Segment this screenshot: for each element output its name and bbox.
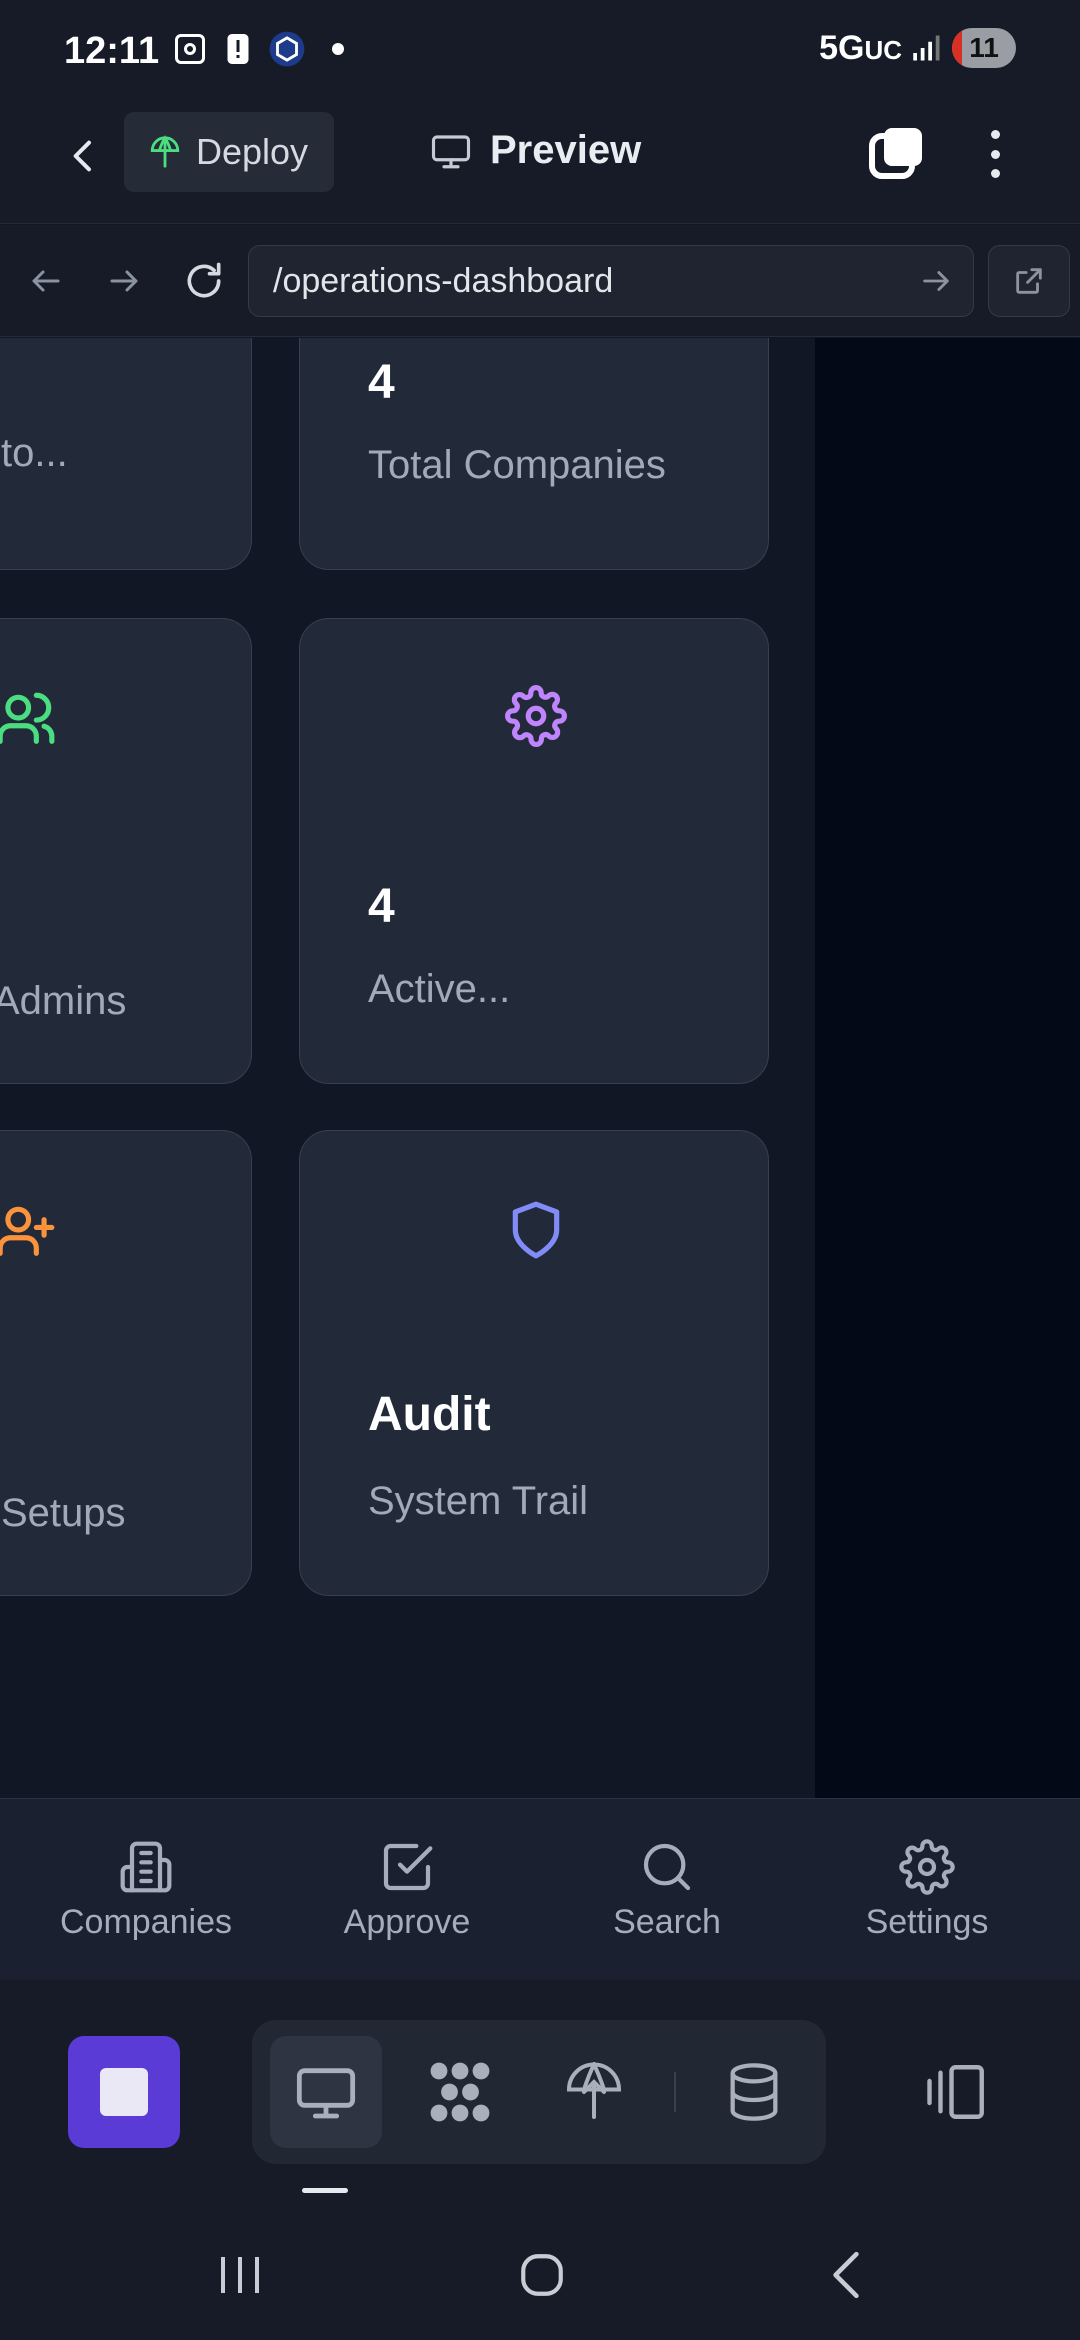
more-options-button[interactable] xyxy=(980,124,1010,184)
screenshot-icon xyxy=(175,34,205,64)
open-external-button[interactable] xyxy=(988,245,1070,317)
network-label: 5GUC xyxy=(819,28,902,67)
system-navigation xyxy=(0,2210,1080,2340)
status-right: 5GUC 11 xyxy=(819,28,1016,68)
card-value: 4 xyxy=(368,356,395,409)
stat-card-setups[interactable]: Setups xyxy=(0,1130,252,1596)
notification-dot xyxy=(332,43,344,55)
dot xyxy=(990,130,1000,139)
recents-icon xyxy=(221,2257,259,2293)
stat-card-0[interactable]: to... xyxy=(0,338,252,570)
crypto-app-icon xyxy=(269,31,305,67)
stat-card-admins[interactable]: Admins xyxy=(0,618,252,1084)
url-text: /operations-dashboard xyxy=(273,261,614,300)
desktop-icon xyxy=(296,2068,356,2119)
deploy-label: Deploy xyxy=(196,131,309,172)
card-label: System Trail xyxy=(368,1479,589,1523)
shield-icon xyxy=(512,1201,560,1259)
split-view-button[interactable] xyxy=(912,2036,1002,2148)
nav-label: Settings xyxy=(865,1903,989,1941)
nav-label: Approve xyxy=(343,1903,471,1941)
preview-label: Preview xyxy=(490,128,642,172)
card-label: to... xyxy=(1,431,68,475)
search-icon xyxy=(643,1843,691,1891)
deploy-button[interactable]: Deploy xyxy=(124,112,334,192)
browser-toolbar: /operations-dashboard xyxy=(0,225,1080,337)
nav-search[interactable]: Search xyxy=(567,1839,767,1942)
stat-card-audit[interactable]: Audit System Trail xyxy=(299,1130,769,1596)
user-plus-icon xyxy=(0,1206,55,1256)
status-notification-icons xyxy=(172,30,344,68)
stat-card-active[interactable]: 4 Active... xyxy=(299,618,769,1084)
external-link-icon xyxy=(1016,268,1042,294)
desktop-tool-button[interactable] xyxy=(270,2036,382,2148)
home-button[interactable] xyxy=(502,2240,582,2310)
go-arrow-icon[interactable] xyxy=(919,264,953,298)
deploy-tool-button[interactable] xyxy=(538,2036,650,2148)
card-label: Active... xyxy=(368,967,511,1011)
reload-icon xyxy=(187,262,221,298)
nav-label: Search xyxy=(613,1903,721,1941)
reload-button[interactable] xyxy=(176,253,232,309)
status-bar: 12:11 5GUC 11 xyxy=(0,0,1080,104)
app-bar: Deploy Preview xyxy=(0,104,1080,224)
bottom-navigation: Companies Approve Search Settings xyxy=(0,1798,1080,1980)
nav-settings[interactable]: Settings xyxy=(827,1839,1027,1942)
back-icon xyxy=(833,2251,859,2299)
gear-icon xyxy=(899,1839,955,1895)
stop-button[interactable] xyxy=(68,2036,180,2148)
card-value: Audit xyxy=(368,1388,491,1441)
nav-approve[interactable]: Approve xyxy=(307,1839,507,1942)
preview-tab[interactable]: Preview xyxy=(430,128,641,173)
active-tool-indicator xyxy=(302,2188,348,2193)
preview-side-panel xyxy=(815,338,1080,1798)
card-value: 4 xyxy=(368,880,395,933)
card-label: Setups xyxy=(1,1491,126,1535)
database-tool-button[interactable] xyxy=(698,2036,810,2148)
nav-companies[interactable]: Companies xyxy=(46,1839,246,1942)
gear-icon xyxy=(505,685,567,747)
tool-group xyxy=(252,2020,826,2164)
dot xyxy=(990,149,1000,159)
tool-divider xyxy=(674,2072,676,2112)
building-icon xyxy=(120,1841,172,1893)
url-input[interactable]: /operations-dashboard xyxy=(248,245,974,317)
check-square-icon xyxy=(383,1843,433,1891)
stat-card-total-companies[interactable]: 4 Total Companies xyxy=(299,338,769,570)
battery-indicator: 11 xyxy=(952,28,1016,68)
nav-label: Companies xyxy=(60,1903,232,1941)
status-time: 12:11 xyxy=(64,30,160,72)
arrow-left-icon xyxy=(32,270,60,292)
signal-icon xyxy=(913,35,940,61)
card-label: Total Companies xyxy=(368,443,666,487)
deploy-icon xyxy=(150,135,180,168)
apps-tool-button[interactable] xyxy=(404,2036,516,2148)
split-view-icon xyxy=(927,2065,984,2119)
back-button[interactable] xyxy=(56,128,112,184)
card-label: Admins xyxy=(0,979,127,1023)
nav-forward-button[interactable] xyxy=(96,253,152,309)
arrow-right-icon xyxy=(110,270,138,292)
chevron-left-icon xyxy=(73,140,91,172)
system-back-button[interactable] xyxy=(806,2240,886,2310)
editor-dock xyxy=(0,1980,1080,2210)
home-icon xyxy=(521,2254,563,2296)
tabs-button[interactable] xyxy=(866,124,926,184)
dot xyxy=(990,169,1000,178)
recents-button[interactable] xyxy=(200,2240,280,2310)
users-icon xyxy=(0,692,55,744)
deploy-icon xyxy=(566,2062,622,2119)
monitor-icon xyxy=(431,134,471,168)
alert-icon xyxy=(227,34,249,64)
database-icon xyxy=(730,2063,778,2121)
stop-icon xyxy=(100,2068,148,2116)
tabs-icon xyxy=(869,128,922,179)
nav-back-button[interactable] xyxy=(18,253,74,309)
apps-grid-icon xyxy=(430,2062,490,2122)
dashboard-content: to... 4 Total Companies Admins 4 Active.… xyxy=(0,338,815,1798)
